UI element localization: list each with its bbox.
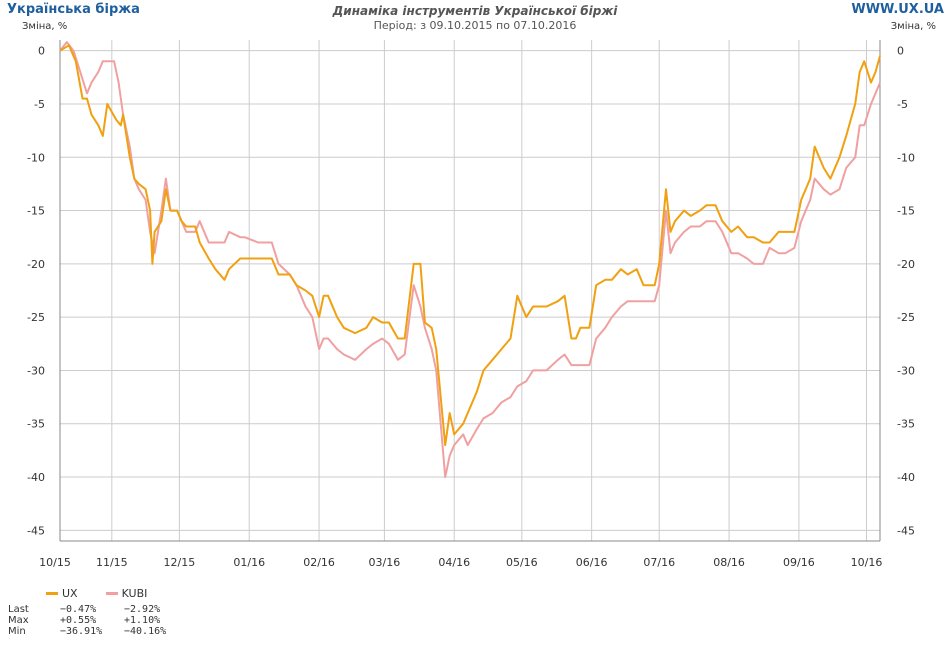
x-tick-label: 10/16 — [851, 556, 883, 569]
y-tick-label-right: -5 — [897, 98, 908, 111]
stats-label-max: Max — [8, 615, 29, 626]
y-tick-label-right: -15 — [897, 205, 915, 218]
y-tick-label-right: -30 — [897, 364, 915, 377]
legend-item-ux[interactable]: UX — [46, 587, 78, 600]
legend: UX KUBI — [46, 587, 147, 600]
series-line-kubi — [59, 41, 881, 478]
kubi-last-value: −2.92% — [124, 604, 161, 615]
ux-last-value: −0.47% — [60, 604, 97, 615]
x-tick-label: 01/16 — [233, 556, 265, 569]
y-tick-label-left: -35 — [27, 418, 45, 431]
stats-label-last: Last — [8, 604, 29, 615]
stats-row-max: Max +0.55% +1.10% — [8, 615, 188, 626]
legend-item-kubi[interactable]: KUBI — [105, 587, 148, 600]
y-tick-label-left: 0 — [38, 45, 45, 58]
x-tick-label: 12/15 — [164, 556, 196, 569]
y-tick-label-right: -35 — [897, 418, 915, 431]
series-line-ux — [59, 44, 881, 447]
x-tick-label: 05/16 — [506, 556, 538, 569]
x-tick-label: 04/16 — [438, 556, 470, 569]
legend-label-kubi: KUBI — [121, 587, 148, 600]
x-tick-label: 10/15 — [39, 556, 71, 569]
kubi-min-value: −40.16% — [124, 626, 167, 637]
x-tick-label: 11/15 — [96, 556, 128, 569]
stats-row-last: Last −0.47% −2.92% — [8, 604, 188, 615]
legend-swatch-ux — [46, 592, 58, 595]
kubi-max-value: +1.10% — [124, 615, 161, 626]
stats-row-min: Min −36.91% −40.16% — [8, 626, 188, 637]
y-tick-label-right: -20 — [897, 258, 915, 271]
x-tick-label: 09/16 — [783, 556, 815, 569]
y-tick-label-right: -25 — [897, 311, 915, 324]
y-tick-label-left: -30 — [27, 364, 45, 377]
ux-min-value: −36.91% — [60, 626, 103, 637]
y-tick-label-right: -10 — [897, 151, 915, 164]
line-chart: 0 0 -5 -5 -10 -10 -15 -15 -20 -20 -25 -25 -30 -30 -35 -… — [27, 40, 915, 569]
x-tick-label: 02/16 — [303, 556, 335, 569]
legend-swatch-kubi — [105, 592, 118, 595]
legend-label-ux: UX — [62, 587, 78, 600]
y-tick-label-left: -45 — [27, 524, 45, 537]
x-tick-label: 06/16 — [576, 556, 608, 569]
stats-table: Last −0.47% −2.92% Max +0.55% +1.10% Min… — [8, 604, 188, 637]
ux-max-value: +0.55% — [60, 615, 97, 626]
y-tick-label-left: -15 — [27, 205, 45, 218]
y-tick-label-left: -10 — [27, 151, 45, 164]
y-tick-label-right: 0 — [897, 45, 904, 58]
y-tick-label-right: -40 — [897, 471, 915, 484]
stats-label-min: Min — [8, 626, 26, 637]
x-tick-label: 08/16 — [713, 556, 745, 569]
y-tick-label-left: -25 — [27, 311, 45, 324]
y-tick-label-left: -5 — [34, 98, 45, 111]
y-tick-label-right: -45 — [897, 524, 915, 537]
x-tick-label: 07/16 — [643, 556, 675, 569]
x-tick-label: 03/16 — [369, 556, 401, 569]
y-tick-label-left: -20 — [27, 258, 45, 271]
y-tick-label-left: -40 — [27, 471, 45, 484]
